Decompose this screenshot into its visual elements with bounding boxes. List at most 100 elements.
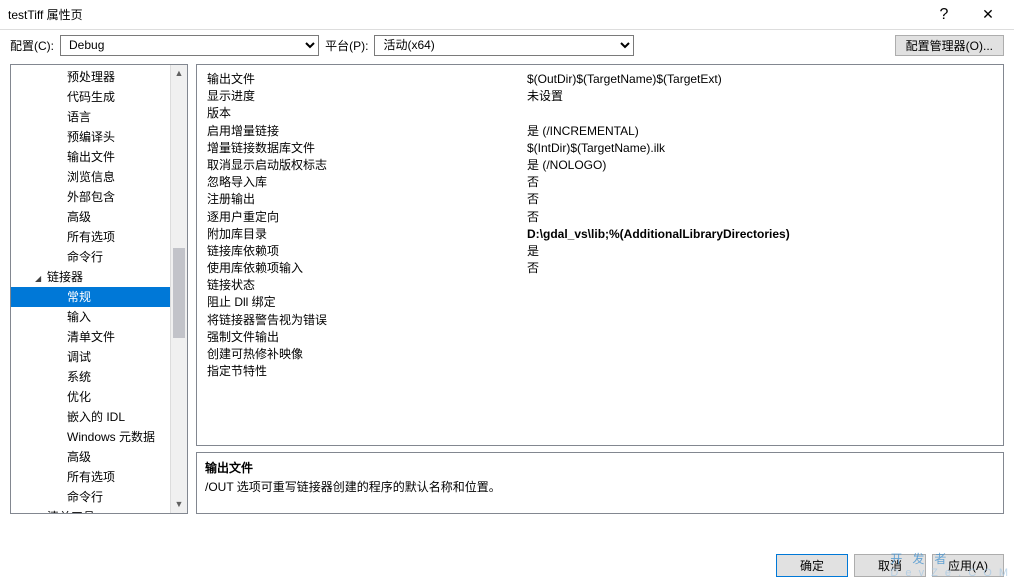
cancel-button[interactable]: 取消	[854, 554, 926, 577]
tree-item[interactable]: 系统	[11, 367, 170, 387]
property-row[interactable]: 创建可热修补映像	[207, 346, 993, 363]
window-title: testTiff 属性页	[8, 6, 922, 23]
property-value[interactable]: $(IntDir)$(TargetName).ilk	[527, 140, 993, 157]
property-row[interactable]: 链接状态	[207, 277, 993, 294]
property-name: 将链接器警告视为错误	[207, 312, 527, 329]
property-name: 版本	[207, 105, 527, 122]
apply-button[interactable]: 应用(A)	[932, 554, 1004, 577]
description-title: 输出文件	[205, 459, 995, 476]
property-grid: 输出文件$(OutDir)$(TargetName)$(TargetExt)显示…	[196, 64, 1004, 446]
property-row[interactable]: 显示进度未设置	[207, 88, 993, 105]
tree-item[interactable]: 语言	[11, 107, 170, 127]
property-value[interactable]: $(OutDir)$(TargetName)$(TargetExt)	[527, 71, 993, 88]
config-manager-button[interactable]: 配置管理器(O)...	[895, 35, 1004, 56]
property-row[interactable]: 将链接器警告视为错误	[207, 312, 993, 329]
property-name: 输出文件	[207, 71, 527, 88]
property-name: 链接状态	[207, 277, 527, 294]
tree-item[interactable]: 优化	[11, 387, 170, 407]
tree-item[interactable]: 预编译头	[11, 127, 170, 147]
description-body: /OUT 选项可重写链接器创建的程序的默认名称和位置。	[205, 478, 995, 495]
property-row[interactable]: 链接库依赖项是	[207, 243, 993, 260]
property-value[interactable]: 否	[527, 260, 993, 277]
property-value[interactable]: 否	[527, 174, 993, 191]
tree-item[interactable]: 清单文件	[11, 327, 170, 347]
dialog-footer: 确定 取消 应用(A)	[0, 545, 1014, 585]
property-row[interactable]: 增量链接数据库文件$(IntDir)$(TargetName).ilk	[207, 140, 993, 157]
property-name: 链接库依赖项	[207, 243, 527, 260]
tree-item[interactable]: 输入	[11, 307, 170, 327]
tree-item[interactable]: 浏览信息	[11, 167, 170, 187]
property-value[interactable]: 未设置	[527, 88, 993, 105]
property-value[interactable]: 否	[527, 209, 993, 226]
property-row[interactable]: 使用库依赖项输入否	[207, 260, 993, 277]
property-row[interactable]: 附加库目录D:\gdal_vs\lib;%(AdditionalLibraryD…	[207, 226, 993, 243]
scroll-down-icon[interactable]: ▼	[171, 496, 187, 513]
property-name: 指定节特性	[207, 363, 527, 380]
property-row[interactable]: 阻止 Dll 绑定	[207, 294, 993, 311]
tree-category-linker[interactable]: 链接器	[11, 267, 170, 287]
tree-item[interactable]: 所有选项	[11, 467, 170, 487]
property-value[interactable]	[527, 363, 993, 380]
property-row[interactable]: 强制文件输出	[207, 329, 993, 346]
scroll-thumb[interactable]	[173, 248, 185, 338]
property-name: 附加库目录	[207, 226, 527, 243]
tree-category-manifest[interactable]: 清单工具	[11, 507, 170, 513]
property-value[interactable]: 是 (/NOLOGO)	[527, 157, 993, 174]
tree-item[interactable]: 代码生成	[11, 87, 170, 107]
tree-item[interactable]: 预处理器	[11, 67, 170, 87]
property-row[interactable]: 输出文件$(OutDir)$(TargetName)$(TargetExt)	[207, 71, 993, 88]
property-name: 显示进度	[207, 88, 527, 105]
tree-item[interactable]: 输出文件	[11, 147, 170, 167]
property-name: 取消显示启动版权标志	[207, 157, 527, 174]
property-row[interactable]: 指定节特性	[207, 363, 993, 380]
property-value[interactable]	[527, 329, 993, 346]
property-value[interactable]: D:\gdal_vs\lib;%(AdditionalLibraryDirect…	[527, 226, 993, 243]
tree-item[interactable]: 调试	[11, 347, 170, 367]
tree-item[interactable]: 所有选项	[11, 227, 170, 247]
property-name: 阻止 Dll 绑定	[207, 294, 527, 311]
property-value[interactable]	[527, 277, 993, 294]
tree-item[interactable]: 嵌入的 IDL	[11, 407, 170, 427]
property-name: 增量链接数据库文件	[207, 140, 527, 157]
platform-select[interactable]: 活动(x64)	[374, 35, 633, 56]
tree-item[interactable]: 命令行	[11, 487, 170, 507]
config-select[interactable]: Debug	[60, 35, 319, 56]
scroll-up-icon[interactable]: ▲	[171, 65, 187, 82]
nav-tree: 预处理器代码生成语言预编译头输出文件浏览信息外部包含高级所有选项命令行链接器常规…	[10, 64, 188, 514]
property-value[interactable]: 是 (/INCREMENTAL)	[527, 123, 993, 140]
property-value[interactable]	[527, 105, 993, 122]
title-bar: testTiff 属性页 ? ✕	[0, 0, 1014, 30]
config-toolbar: 配置(C): Debug 平台(P): 活动(x64) 配置管理器(O)...	[0, 30, 1014, 60]
property-row[interactable]: 版本	[207, 105, 993, 122]
tree-item[interactable]: 常规	[11, 287, 170, 307]
tree-item[interactable]: 外部包含	[11, 187, 170, 207]
platform-label: 平台(P):	[325, 37, 368, 54]
property-name: 启用增量链接	[207, 123, 527, 140]
property-name: 使用库依赖项输入	[207, 260, 527, 277]
property-name: 创建可热修补映像	[207, 346, 527, 363]
property-value[interactable]: 否	[527, 191, 993, 208]
property-row[interactable]: 逐用户重定向否	[207, 209, 993, 226]
tree-item[interactable]: 高级	[11, 207, 170, 227]
property-value[interactable]: 是	[527, 243, 993, 260]
close-button[interactable]: ✕	[966, 1, 1010, 29]
property-name: 强制文件输出	[207, 329, 527, 346]
tree-item[interactable]: Windows 元数据	[11, 427, 170, 447]
tree-item[interactable]: 命令行	[11, 247, 170, 267]
config-label: 配置(C):	[10, 37, 54, 54]
property-row[interactable]: 注册输出否	[207, 191, 993, 208]
property-name: 注册输出	[207, 191, 527, 208]
property-value[interactable]	[527, 312, 993, 329]
property-row[interactable]: 启用增量链接是 (/INCREMENTAL)	[207, 123, 993, 140]
property-name: 忽略导入库	[207, 174, 527, 191]
ok-button[interactable]: 确定	[776, 554, 848, 577]
tree-item[interactable]: 高级	[11, 447, 170, 467]
description-panel: 输出文件 /OUT 选项可重写链接器创建的程序的默认名称和位置。	[196, 452, 1004, 514]
property-value[interactable]	[527, 294, 993, 311]
help-button[interactable]: ?	[922, 1, 966, 29]
property-value[interactable]	[527, 346, 993, 363]
property-row[interactable]: 取消显示启动版权标志是 (/NOLOGO)	[207, 157, 993, 174]
property-row[interactable]: 忽略导入库否	[207, 174, 993, 191]
property-name: 逐用户重定向	[207, 209, 527, 226]
tree-scrollbar[interactable]: ▲ ▼	[170, 65, 187, 513]
